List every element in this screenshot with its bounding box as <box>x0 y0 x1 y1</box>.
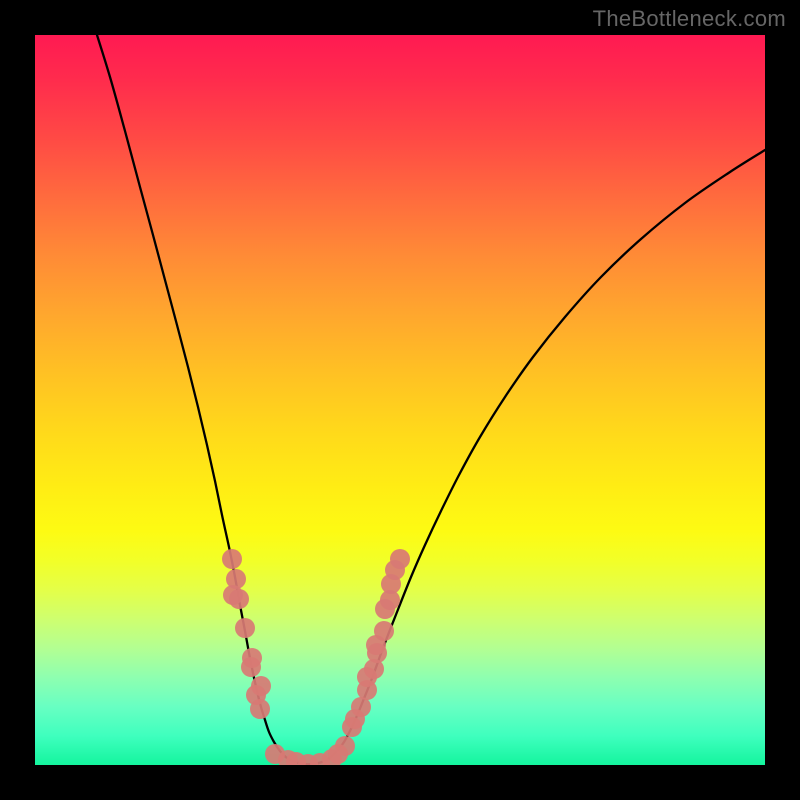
watermark-text: TheBottleneck.com <box>593 6 786 32</box>
gradient-background <box>35 35 765 765</box>
plot-area <box>35 35 765 765</box>
chart-frame: TheBottleneck.com <box>0 0 800 800</box>
